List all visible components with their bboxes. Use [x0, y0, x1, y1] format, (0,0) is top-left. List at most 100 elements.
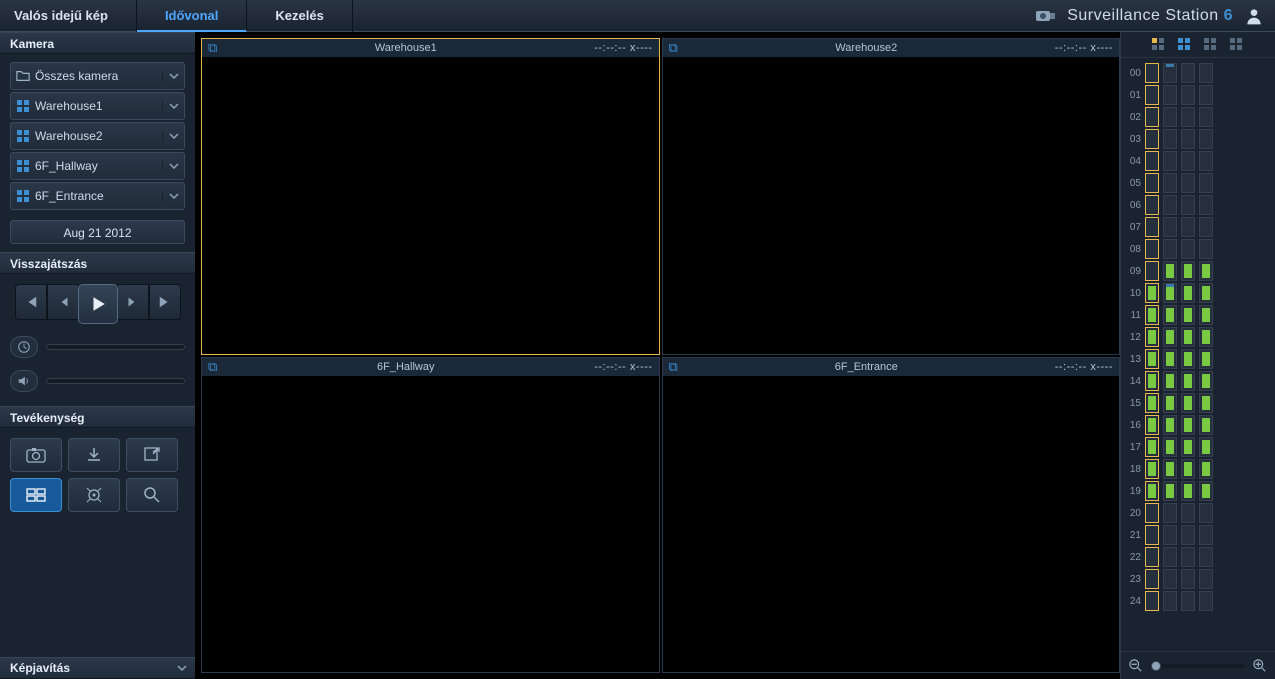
timeline-cell[interactable] [1145, 415, 1159, 435]
tab-live[interactable]: Valós idejű kép [0, 0, 137, 32]
layout-1-icon[interactable] [1151, 37, 1167, 53]
skip-end-button[interactable] [149, 284, 181, 320]
zoom-out-icon[interactable] [1129, 659, 1143, 673]
timeline-cell[interactable] [1163, 525, 1177, 545]
timeline-cell[interactable] [1163, 217, 1177, 237]
timeline-cell[interactable] [1145, 305, 1159, 325]
layout-2-icon[interactable] [1177, 37, 1193, 53]
timeline-cell[interactable] [1163, 591, 1177, 611]
timeline-cell[interactable] [1145, 217, 1159, 237]
timeline-cell[interactable] [1181, 283, 1195, 303]
timeline-cell[interactable] [1163, 151, 1177, 171]
timeline-cell[interactable] [1163, 305, 1177, 325]
download-button[interactable] [68, 438, 120, 472]
timeline-cell[interactable] [1181, 261, 1195, 281]
timeline-cell[interactable] [1163, 547, 1177, 567]
timeline-cell[interactable] [1181, 591, 1195, 611]
multiview-button[interactable] [10, 478, 62, 512]
timeline-cell[interactable] [1199, 393, 1213, 413]
user-menu-icon[interactable] [1243, 5, 1265, 27]
tab-timeline[interactable]: Idővonal [137, 0, 247, 32]
timeline-cell[interactable] [1181, 371, 1195, 391]
timeline-cell[interactable] [1145, 173, 1159, 193]
timeline-cell[interactable] [1199, 151, 1213, 171]
enhance-section-title[interactable]: Képjavítás [0, 657, 195, 679]
timeline-cell[interactable] [1145, 85, 1159, 105]
timeline-cell[interactable] [1199, 591, 1213, 611]
timeline-cell[interactable] [1145, 459, 1159, 479]
timeline-cell[interactable] [1145, 63, 1159, 83]
timeline-cell[interactable] [1199, 283, 1213, 303]
camera-6f-entrance[interactable]: 6F_Entrance [10, 182, 185, 210]
camera-view-3[interactable]: ⧉ 6F_Hallway --:--:-- x---- [201, 357, 660, 674]
timeline-cell[interactable] [1145, 107, 1159, 127]
timeline-cell[interactable] [1199, 415, 1213, 435]
export-button[interactable] [126, 438, 178, 472]
timeline-cell[interactable] [1145, 327, 1159, 347]
timeline-cell[interactable] [1181, 107, 1195, 127]
timeline-cell[interactable] [1181, 481, 1195, 501]
snapshot-button[interactable] [10, 438, 62, 472]
timeline-cell[interactable] [1163, 173, 1177, 193]
timeline-cell[interactable] [1163, 393, 1177, 413]
timeline-cell[interactable] [1163, 283, 1177, 303]
camera-view-4[interactable]: ⧉ 6F_Entrance --:--:-- x---- [662, 357, 1121, 674]
timeline-cell[interactable] [1163, 349, 1177, 369]
chevron-down-icon[interactable] [162, 191, 184, 201]
volume-slider[interactable] [46, 378, 185, 384]
timeline-cell[interactable] [1181, 459, 1195, 479]
timeline-cell[interactable] [1199, 305, 1213, 325]
date-picker-button[interactable]: Aug 21 2012 [10, 220, 185, 244]
timeline-cell[interactable] [1145, 591, 1159, 611]
skip-start-button[interactable] [15, 284, 47, 320]
timeline-cell[interactable] [1199, 437, 1213, 457]
zoom-in-icon[interactable] [1253, 659, 1267, 673]
timeline-cell[interactable] [1145, 481, 1159, 501]
timeline-cell[interactable] [1163, 569, 1177, 589]
timeline-cell[interactable] [1199, 481, 1213, 501]
timeline-cell[interactable] [1181, 305, 1195, 325]
timeline-cell[interactable] [1163, 129, 1177, 149]
timeline-cell[interactable] [1163, 503, 1177, 523]
timeline-cell[interactable] [1163, 415, 1177, 435]
timeline-cell[interactable] [1199, 349, 1213, 369]
timeline-cell[interactable] [1181, 129, 1195, 149]
timeline-cell[interactable] [1199, 195, 1213, 215]
timeline-cell[interactable] [1199, 261, 1213, 281]
timeline-cell[interactable] [1199, 569, 1213, 589]
timeline-cell[interactable] [1181, 173, 1195, 193]
timeline-cell[interactable] [1199, 327, 1213, 347]
chevron-down-icon[interactable] [162, 131, 184, 141]
timeline-cell[interactable] [1145, 525, 1159, 545]
focus-button[interactable] [68, 478, 120, 512]
timeline-cell[interactable] [1163, 327, 1177, 347]
timeline-cell[interactable] [1145, 195, 1159, 215]
timeline-cell[interactable] [1145, 503, 1159, 523]
camera-view-1[interactable]: ⧉ Warehouse1 --:--:-- x---- [201, 38, 660, 355]
timeline-cell[interactable] [1163, 85, 1177, 105]
timeline-cell[interactable] [1145, 261, 1159, 281]
chevron-down-icon[interactable] [162, 71, 184, 81]
play-button[interactable] [78, 284, 118, 324]
timeline-cell[interactable] [1145, 239, 1159, 259]
timeline-cell[interactable] [1181, 327, 1195, 347]
timeline-cell[interactable] [1199, 503, 1213, 523]
camera-warehouse2[interactable]: Warehouse2 [10, 122, 185, 150]
timeline-cell[interactable] [1199, 459, 1213, 479]
layout-3-icon[interactable] [1203, 37, 1219, 53]
timeline-cell[interactable] [1181, 437, 1195, 457]
timeline-cell[interactable] [1163, 481, 1177, 501]
timeline-cell[interactable] [1199, 173, 1213, 193]
timeline-cell[interactable] [1181, 195, 1195, 215]
speed-slider[interactable] [46, 344, 185, 350]
timeline-cell[interactable] [1145, 547, 1159, 567]
step-forward-button[interactable] [117, 284, 149, 320]
timeline-cell[interactable] [1181, 393, 1195, 413]
tab-management[interactable]: Kezelés [247, 0, 352, 32]
timeline-cell[interactable] [1163, 437, 1177, 457]
timeline-cell[interactable] [1199, 63, 1213, 83]
volume-button[interactable] [10, 370, 38, 392]
timeline-cell[interactable] [1145, 393, 1159, 413]
timeline-cell[interactable] [1145, 283, 1159, 303]
timeline-cell[interactable] [1163, 107, 1177, 127]
